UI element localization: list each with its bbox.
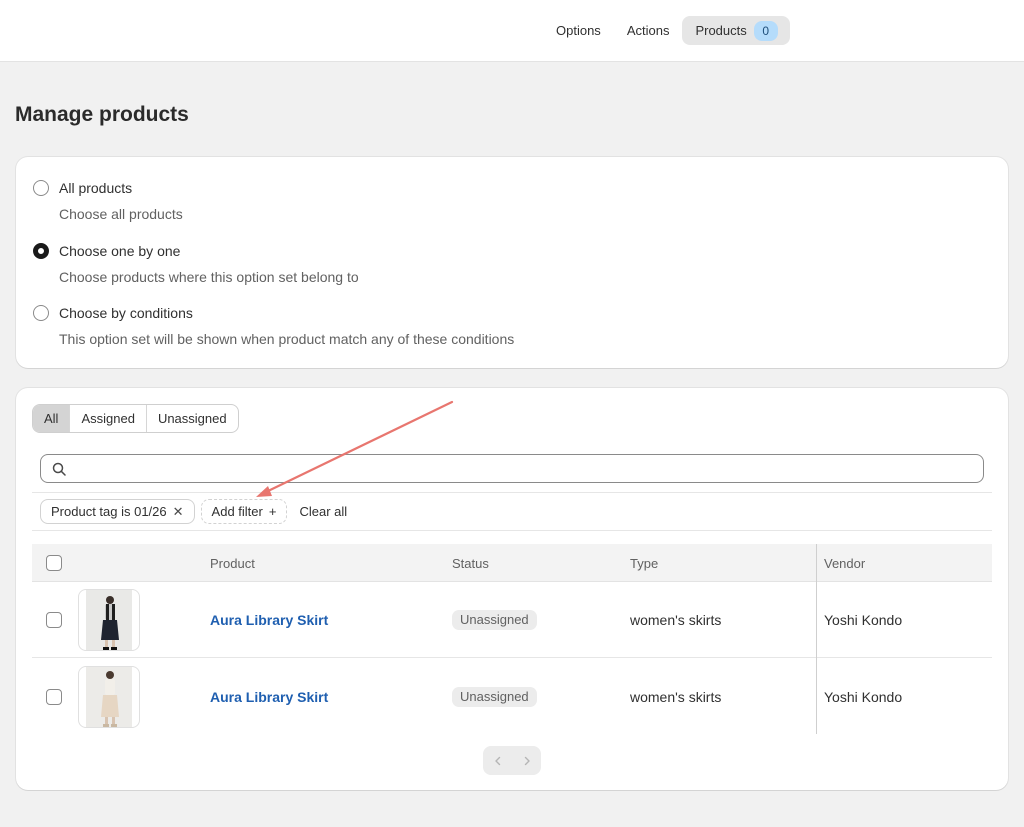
- remove-filter-icon[interactable]: ✕: [173, 500, 184, 523]
- clear-all-button[interactable]: Clear all: [299, 504, 347, 519]
- column-resize-divider[interactable]: [816, 544, 817, 734]
- assignment-tabs: All Assigned Unassigned: [32, 404, 239, 433]
- nav-products-button[interactable]: Products 0: [682, 16, 790, 45]
- product-type: women's skirts: [630, 689, 722, 705]
- option-label: Choose by conditions: [59, 305, 193, 321]
- nav-actions-button[interactable]: Actions: [614, 16, 683, 45]
- product-name-link[interactable]: Aura Library Skirt: [210, 612, 328, 628]
- divider: [32, 530, 992, 531]
- pagination: [483, 746, 541, 775]
- top-nav: Options Actions Products 0: [543, 16, 790, 45]
- table-header: Product Status Type Vendor: [32, 544, 992, 582]
- product-selection-card: All products Choose all products Choose …: [16, 157, 1008, 368]
- table-row[interactable]: Aura Library Skirt Unassigned women's sk…: [32, 659, 992, 735]
- column-header-type[interactable]: Type: [630, 556, 658, 571]
- radio-all-products[interactable]: [33, 180, 49, 196]
- tab-assigned[interactable]: Assigned: [70, 405, 147, 432]
- previous-page-button[interactable]: [483, 746, 512, 775]
- column-header-status[interactable]: Status: [452, 556, 489, 571]
- product-image: [86, 590, 132, 650]
- nav-products-label: Products: [695, 23, 747, 38]
- tab-all[interactable]: All: [33, 405, 71, 432]
- column-header-product[interactable]: Product: [210, 556, 255, 571]
- option-label: All products: [59, 180, 133, 196]
- filter-bar: Product tag is 01/26 ✕ Add filter + Clea…: [40, 499, 347, 524]
- filter-chip-label: Product tag is 01/26: [51, 504, 167, 519]
- option-help-text: Choose products where this option set be…: [59, 269, 359, 285]
- select-all-checkbox[interactable]: [46, 555, 62, 571]
- product-thumbnail: [78, 666, 140, 728]
- option-help-text: This option set will be shown when produ…: [59, 331, 515, 347]
- add-filter-button[interactable]: Add filter +: [200, 499, 288, 524]
- option-label: Choose one by one: [59, 243, 181, 259]
- product-vendor: Yoshi Kondo: [824, 612, 903, 628]
- tab-unassigned[interactable]: Unassigned: [147, 405, 238, 432]
- status-badge: Unassigned: [452, 687, 537, 707]
- search-icon: [52, 462, 66, 476]
- products-count-badge: 0: [753, 20, 778, 41]
- product-vendor: Yoshi Kondo: [824, 689, 903, 705]
- chevron-right-icon: [524, 756, 530, 765]
- add-filter-label: Add filter: [211, 504, 263, 519]
- top-bar: Options Actions Products 0: [0, 0, 1024, 62]
- row-checkbox[interactable]: [46, 689, 62, 705]
- nav-options-button[interactable]: Options: [543, 16, 614, 45]
- column-header-vendor[interactable]: Vendor: [824, 556, 865, 571]
- applied-filter-chip[interactable]: Product tag is 01/26 ✕: [40, 499, 195, 524]
- option-help-text: Choose all products: [59, 206, 183, 222]
- search-input[interactable]: [73, 458, 973, 480]
- chevron-left-icon: [494, 756, 500, 765]
- product-list-card: All Assigned Unassigned Product tag is 0…: [16, 388, 1008, 790]
- table-row[interactable]: Aura Library Skirt Unassigned women's sk…: [32, 582, 992, 658]
- page-title: Manage products: [15, 103, 189, 126]
- product-thumbnail: [78, 589, 140, 651]
- product-image: [86, 667, 132, 727]
- row-checkbox[interactable]: [46, 612, 62, 628]
- search-field[interactable]: [40, 454, 984, 483]
- product-name-link[interactable]: Aura Library Skirt: [210, 689, 328, 705]
- radio-choose-one-by-one[interactable]: [33, 243, 49, 259]
- radio-choose-by-conditions[interactable]: [33, 305, 49, 321]
- next-page-button[interactable]: [512, 746, 541, 775]
- plus-icon: +: [268, 504, 277, 519]
- product-type: women's skirts: [630, 612, 722, 628]
- divider: [32, 492, 992, 493]
- status-badge: Unassigned: [452, 610, 537, 630]
